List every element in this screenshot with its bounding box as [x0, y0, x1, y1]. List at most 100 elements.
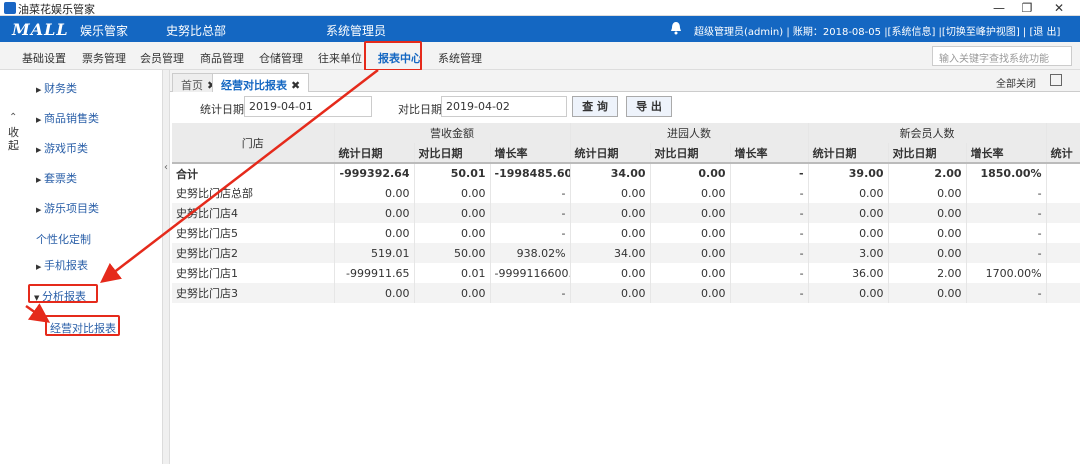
logout-link[interactable]: | [退 出]	[1023, 27, 1061, 38]
menu-system-management[interactable]: 系统管理	[438, 50, 482, 66]
sidebar-splitter[interactable]: ‹	[163, 70, 170, 464]
collapse-label[interactable]: 收起	[8, 126, 20, 152]
menu-basic-settings[interactable]: 基础设置	[22, 50, 66, 66]
column-header[interactable]: 增长率	[730, 143, 809, 163]
table-cell: 0.00	[414, 183, 491, 203]
highlight-box-report-center	[364, 41, 422, 71]
column-header[interactable]: 对比日期	[650, 143, 731, 163]
table-row[interactable]: 史努比门店5 0.00 0.00-0.00 0.00-0.00 0.00-	[172, 223, 1080, 243]
report-table: 门店 营收金额 进园人数 新会员人数 统计日期 对比日期 增长率 统计日期 对比…	[172, 123, 1080, 303]
sidebar-item-rides[interactable]: ▶ 游乐项目类	[36, 200, 99, 216]
sidebar-item-product-sales[interactable]: ▶ 商品销售类	[36, 110, 99, 126]
chevron-left-icon[interactable]: ‹	[164, 162, 168, 173]
table-cell: 2.00	[888, 162, 967, 183]
table-cell: 0.00	[334, 183, 415, 203]
tab-label: 经营对比报表	[221, 79, 287, 92]
sidebar-item-custom[interactable]: 个性化定制	[36, 231, 91, 247]
menu-warehouse-management[interactable]: 仓储管理	[259, 50, 303, 66]
table-cell: 0.00	[808, 283, 889, 303]
table-cell: 3.00	[808, 243, 889, 263]
caret-right-icon: ▶	[36, 206, 42, 214]
close-all-tabs-button[interactable]: 全部关闭	[996, 75, 1036, 90]
table-cell: 0.00	[414, 283, 491, 303]
table-cell: 0.00	[808, 183, 889, 203]
column-header[interactable]: 增长率	[490, 143, 571, 163]
table-row[interactable]: 史努比门店3 0.00 0.00-0.00 0.00-0.00 0.00-	[172, 283, 1080, 303]
column-header[interactable]: 统计日期	[570, 143, 651, 163]
restore-icon[interactable]: ❐	[1016, 0, 1038, 16]
table-row[interactable]: 史努比门店2 519.01 50.00 938.02% 34.00 0.00-3.00 0.…	[172, 243, 1080, 263]
tab-business-comparison[interactable]: 经营对比报表 ✖	[212, 73, 310, 92]
table-row[interactable]: 史努比门店1-999911.650.01-9999116600.00%0.000…	[172, 263, 1080, 283]
column-header[interactable]: 对比日期	[888, 143, 967, 163]
table-cell	[1046, 263, 1080, 283]
table-cell: 0.00	[650, 183, 731, 203]
table-cell: 0.00	[808, 203, 889, 223]
fullscreen-icon[interactable]	[1050, 74, 1062, 86]
tab-bar: 首页 ✖ 经营对比报表 ✖	[170, 70, 1080, 92]
sidebar-item-package-tickets[interactable]: ▶ 套票类	[36, 170, 77, 186]
table-cell: 2.00	[888, 263, 967, 283]
minimize-icon[interactable]: —	[988, 0, 1010, 16]
compare-date-input[interactable]: 2019-04-02	[441, 96, 567, 117]
highlight-box-business-comparison	[45, 315, 120, 336]
switch-view-link[interactable]: |[切换至峰护视图]	[939, 27, 1020, 38]
chevron-up-icon[interactable]: ⌃	[9, 112, 17, 123]
sidebar-collapse[interactable]: ⌃ 收起	[0, 70, 26, 464]
app-header: MALL 娱乐管家 史努比总部 系统管理员 超级管理员(admin) | 账期：…	[0, 16, 1080, 42]
menu-ticket-management[interactable]: 票务管理	[82, 50, 126, 66]
sidebar-item-finance[interactable]: ▶ 财务类	[36, 80, 77, 96]
table-cell: -	[730, 183, 809, 203]
table-cell: 0.00	[570, 263, 651, 283]
table-cell: -	[490, 283, 571, 303]
table-cell	[1046, 243, 1080, 263]
close-icon[interactable]: ✕	[1048, 0, 1070, 16]
column-header[interactable]: 统计日期	[808, 143, 889, 163]
column-header[interactable]: 增长率	[966, 143, 1047, 163]
table-cell: -	[966, 223, 1047, 243]
table-cell: -999911.65	[334, 263, 415, 283]
function-search-input[interactable]: 输入关键字查找系统功能	[932, 46, 1072, 66]
caret-right-icon: ▶	[36, 263, 42, 271]
table-body: 合计-999392.6450.01-1998485.60%34.000.00-3…	[172, 162, 1080, 303]
table-cell: -	[490, 183, 571, 203]
table-cell: 0.01	[414, 263, 491, 283]
user-info: 超级管理员(admin) | 账期：2018-08-05 |[系统信息] |[切…	[694, 23, 1060, 38]
export-button[interactable]: 导 出	[626, 96, 672, 117]
system-info-link[interactable]: |[系统信息]	[884, 27, 935, 38]
table-row[interactable]: 史努比门店总部 0.00 0.00-0.00 0.00-0.00 0.00-	[172, 183, 1080, 203]
table-row[interactable]: 史努比门店4 0.00 0.00-0.00 0.00-0.00 0.00-	[172, 203, 1080, 223]
column-header[interactable]: 对比日期	[414, 143, 491, 163]
table-cell: 39.00	[808, 162, 889, 183]
table-cell: -	[730, 243, 809, 263]
table-cell	[1046, 283, 1080, 303]
table-cell: 0.00	[570, 183, 651, 203]
store-name-cell: 史努比门店2	[172, 243, 335, 263]
table-row-total[interactable]: 合计-999392.6450.01-1998485.60%34.000.00-3…	[172, 162, 1080, 183]
table-cell: -	[730, 283, 809, 303]
table-cell: 34.00	[570, 243, 651, 263]
store-name-cell: 史努比门店1	[172, 263, 335, 283]
query-button[interactable]: 查 询	[572, 96, 618, 117]
sidebar-item-label: 套票类	[44, 172, 77, 185]
compare-date-label: 对比日期	[398, 103, 442, 116]
menu-member-management[interactable]: 会员管理	[140, 50, 184, 66]
table-cell: 0.00	[888, 223, 967, 243]
column-header[interactable]: 统计	[1046, 143, 1080, 163]
table-cell: 0.00	[888, 203, 967, 223]
brand-subtitle: 娱乐管家	[80, 24, 129, 38]
sidebar-item-game-coins[interactable]: ▶ 游戏币类	[36, 140, 88, 156]
table-cell: 0.00	[650, 162, 731, 183]
column-header[interactable]: 统计日期	[334, 143, 415, 163]
bell-icon[interactable]	[670, 21, 682, 35]
menu-product-management[interactable]: 商品管理	[200, 50, 244, 66]
menu-partners[interactable]: 往来单位	[318, 50, 362, 66]
current-store[interactable]: 史努比总部	[166, 22, 226, 39]
table-cell: 0.00	[570, 223, 651, 243]
user-name[interactable]: 超级管理员(admin)	[694, 27, 783, 38]
stat-date-input[interactable]: 2019-04-01	[244, 96, 372, 117]
close-tab-icon[interactable]: ✖	[291, 79, 300, 92]
table-cell: 519.01	[334, 243, 415, 263]
group-header-entries: 进园人数	[570, 123, 809, 143]
sidebar-item-mobile-reports[interactable]: ▶ 手机报表	[36, 257, 88, 273]
